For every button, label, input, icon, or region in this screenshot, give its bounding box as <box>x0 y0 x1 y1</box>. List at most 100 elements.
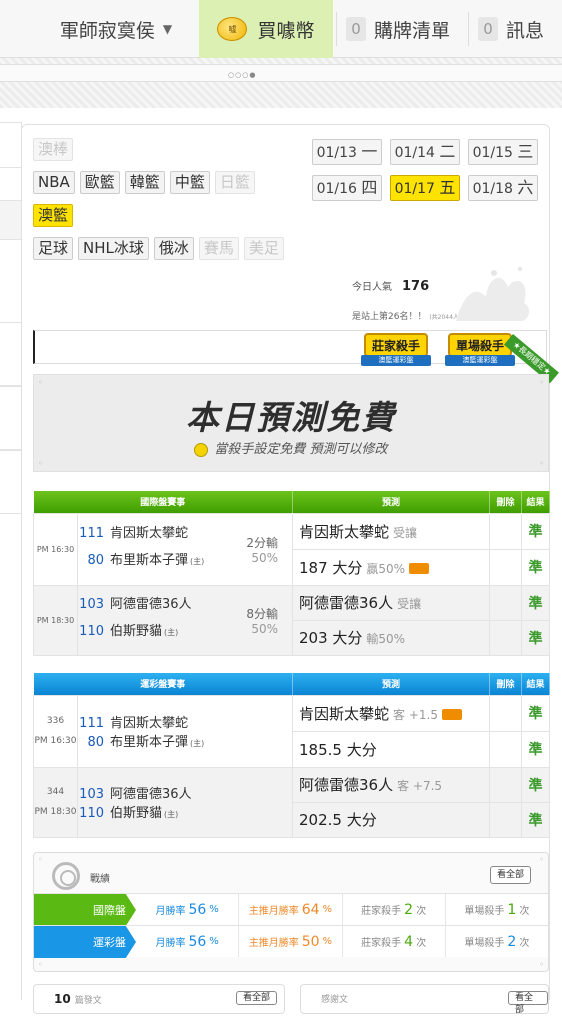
messages-label: 訊息 <box>506 19 545 42</box>
sidebar-item[interactable] <box>0 200 22 240</box>
date-0117[interactable]: 01/17 五 <box>390 175 460 201</box>
thanks-card: 感謝文 看全部 <box>300 984 549 1015</box>
sport-chip-china-basketball[interactable]: 中籃 <box>169 171 210 194</box>
game-time: PM 18:30 <box>33 584 78 656</box>
prediction: 阿德雷德36人 受讓 <box>292 584 490 621</box>
result: 準 <box>521 694 550 732</box>
sport-filter: 澳棒 NBA 歐籃 韓籃 中籃 日籃 澳籃 足球 NHL冰球 俄冰 賽馬 美足 <box>33 138 303 270</box>
carousel-bar <box>0 64 562 82</box>
prediction: 阿德雷德36人客 +7.5 <box>292 766 490 803</box>
delete-cell[interactable] <box>489 512 522 550</box>
monthly-win-rate: 月勝率 56% <box>155 933 219 950</box>
result: 準 <box>521 512 550 550</box>
posts-view-all-button[interactable]: 看全部 <box>236 991 278 1005</box>
record-panel: ◦ ◦ ◦ ◦ 戰績 看全部 國際盤 月勝率 56% 主推月勝率 64% 莊家殺手 2… <box>33 852 549 972</box>
intl-games-table: 國際盤賽事 預測 刪除 結果 PM 16:30 111 肯因斯太攀蛇 2分輸 50%… <box>33 491 550 656</box>
thanks-view-all-button[interactable]: 看全部 <box>508 991 548 1015</box>
away-team[interactable]: 111 肯因斯太攀蛇 <box>77 694 293 731</box>
result: 準 <box>521 619 550 656</box>
home-team[interactable]: 110 伯斯野貓 (主) <box>77 802 293 838</box>
prediction: 202.5 大分 <box>292 801 490 838</box>
delete-cell[interactable] <box>489 801 522 838</box>
column-header: 預測 <box>292 491 490 513</box>
bulb-icon <box>194 442 209 457</box>
sport-chip-horse-racing[interactable]: 賽馬 <box>198 237 239 260</box>
thanks-title: 感謝文 <box>321 995 349 1005</box>
sport-chip-euro-basketball[interactable]: 歐籃 <box>79 171 120 194</box>
rivet-icon: ◦ <box>539 378 544 387</box>
home-team[interactable]: 80 布里斯本子彈 (主) <box>77 549 225 586</box>
away-team[interactable]: 111 肯因斯太攀蛇 <box>77 512 225 549</box>
posts-card: 10 篇發文 看全部 <box>33 984 285 1014</box>
record-row-label: 國際盤 <box>34 894 136 926</box>
date-0118[interactable]: 01/18 六 <box>468 175 538 201</box>
date-0114[interactable]: 01/14 二 <box>390 139 460 165</box>
prediction: 肯因斯太攀蛇 受讓 <box>292 512 490 550</box>
banker-killer-badge: 莊家殺手 澳籃運彩盤 <box>361 333 431 371</box>
delete-cell[interactable] <box>489 584 522 621</box>
column-header: 結果 <box>521 491 550 513</box>
table-row: 336 PM 16:30 111 肯因斯太攀蛇 肯因斯太攀蛇客 +1.5 準 <box>33 694 550 768</box>
sidebar-item[interactable] <box>0 386 22 450</box>
nav-divider <box>336 12 337 46</box>
table-row: PM 16:30 111 肯因斯太攀蛇 2分輸 50% 肯因斯太攀蛇 受讓 準 <box>33 512 550 586</box>
sidebar-item[interactable] <box>0 122 22 168</box>
spread: 8分輸 50% <box>224 584 293 656</box>
messages-link[interactable]: 0 訊息 <box>478 0 544 58</box>
sport-chip-american-football[interactable]: 美足 <box>243 237 284 260</box>
delete-cell[interactable] <box>489 694 522 732</box>
column-header: 刪除 <box>489 673 522 695</box>
sidebar-item[interactable] <box>0 322 22 386</box>
user-name: 軍師寂寞侯 <box>59 19 155 42</box>
posts-title: 10 篇發文 <box>54 992 102 1006</box>
sport-chip-nba[interactable]: NBA <box>33 171 75 194</box>
table-row: 80 布里斯本子彈 (主) 185.5 大分 準 <box>34 730 550 768</box>
single-killer-count: 單場殺手 2 次 <box>444 926 548 957</box>
cart-label: 購牌清單 <box>374 19 451 42</box>
away-team[interactable]: 103 阿德雷德36人 <box>77 584 225 620</box>
carousel-dots-icon[interactable]: ○○○● <box>228 71 256 79</box>
rivet-icon: ◦ <box>539 855 544 864</box>
date-0116[interactable]: 01/16 四 <box>312 175 382 201</box>
sport-chip-korea-basketball[interactable]: 韓籃 <box>124 171 165 194</box>
prediction: 肯因斯太攀蛇客 +1.5 <box>292 694 490 732</box>
sport-chip-aus-baseball[interactable]: 澳棒 <box>33 138 74 161</box>
delete-cell[interactable] <box>489 548 522 586</box>
delete-cell[interactable] <box>489 619 522 656</box>
result: 準 <box>521 801 550 838</box>
away-team[interactable]: 103 阿德雷德36人 <box>77 766 293 802</box>
home-team[interactable]: 110 伯斯野貓 (主) <box>77 620 225 656</box>
record-title: 戰績 <box>90 874 110 885</box>
view-all-button[interactable]: 看全部 <box>490 866 532 884</box>
rivet-icon: ◦ <box>539 459 544 468</box>
buy-coin-button[interactable]: 噓 買噱幣 <box>199 0 333 58</box>
sport-chip-japan-basketball[interactable]: 日籃 <box>214 171 255 194</box>
sidebar-strip <box>0 122 22 542</box>
sport-chip-soccer[interactable]: 足球 <box>33 237 74 260</box>
game-id-time: 336 PM 16:30 <box>33 694 78 768</box>
date-0115[interactable]: 01/15 三 <box>468 139 538 165</box>
sport-chip-nhl[interactable]: NHL冰球 <box>78 237 149 260</box>
delete-cell[interactable] <box>489 766 522 803</box>
rivet-icon: ◦ <box>38 459 43 468</box>
rivet-icon: ◦ <box>38 960 43 969</box>
site-rank: 是站上第26名！！ (共2044人) <box>352 312 462 322</box>
rivet-icon: ◦ <box>38 378 43 387</box>
result: 準 <box>521 548 550 586</box>
single-killer-count: 單場殺手 1 次 <box>444 894 548 925</box>
cart-link[interactable]: 0 購牌清單 <box>346 0 450 58</box>
date-0113[interactable]: 01/13 一 <box>312 139 382 165</box>
prediction: 187 大分 贏50% <box>292 548 490 586</box>
sport-chip-aus-basketball[interactable]: 澳籃 <box>33 204 74 227</box>
coin-icon: 噓 <box>217 17 248 41</box>
sidebar-item[interactable] <box>0 450 22 514</box>
column-header: 結果 <box>521 673 550 695</box>
home-team[interactable]: 80 布里斯本子彈 (主) <box>77 731 293 768</box>
delete-cell[interactable] <box>489 730 522 768</box>
target-icon <box>52 862 80 890</box>
result: 準 <box>521 584 550 621</box>
sport-chip-russia-hockey[interactable]: 俄冰 <box>153 237 194 260</box>
single-killer-badge: 單場殺手 澳籃運彩盤 <box>445 333 515 371</box>
user-menu[interactable]: 軍師寂寞侯 ▼ <box>36 0 196 58</box>
column-header: 國際盤賽事 <box>33 491 293 513</box>
